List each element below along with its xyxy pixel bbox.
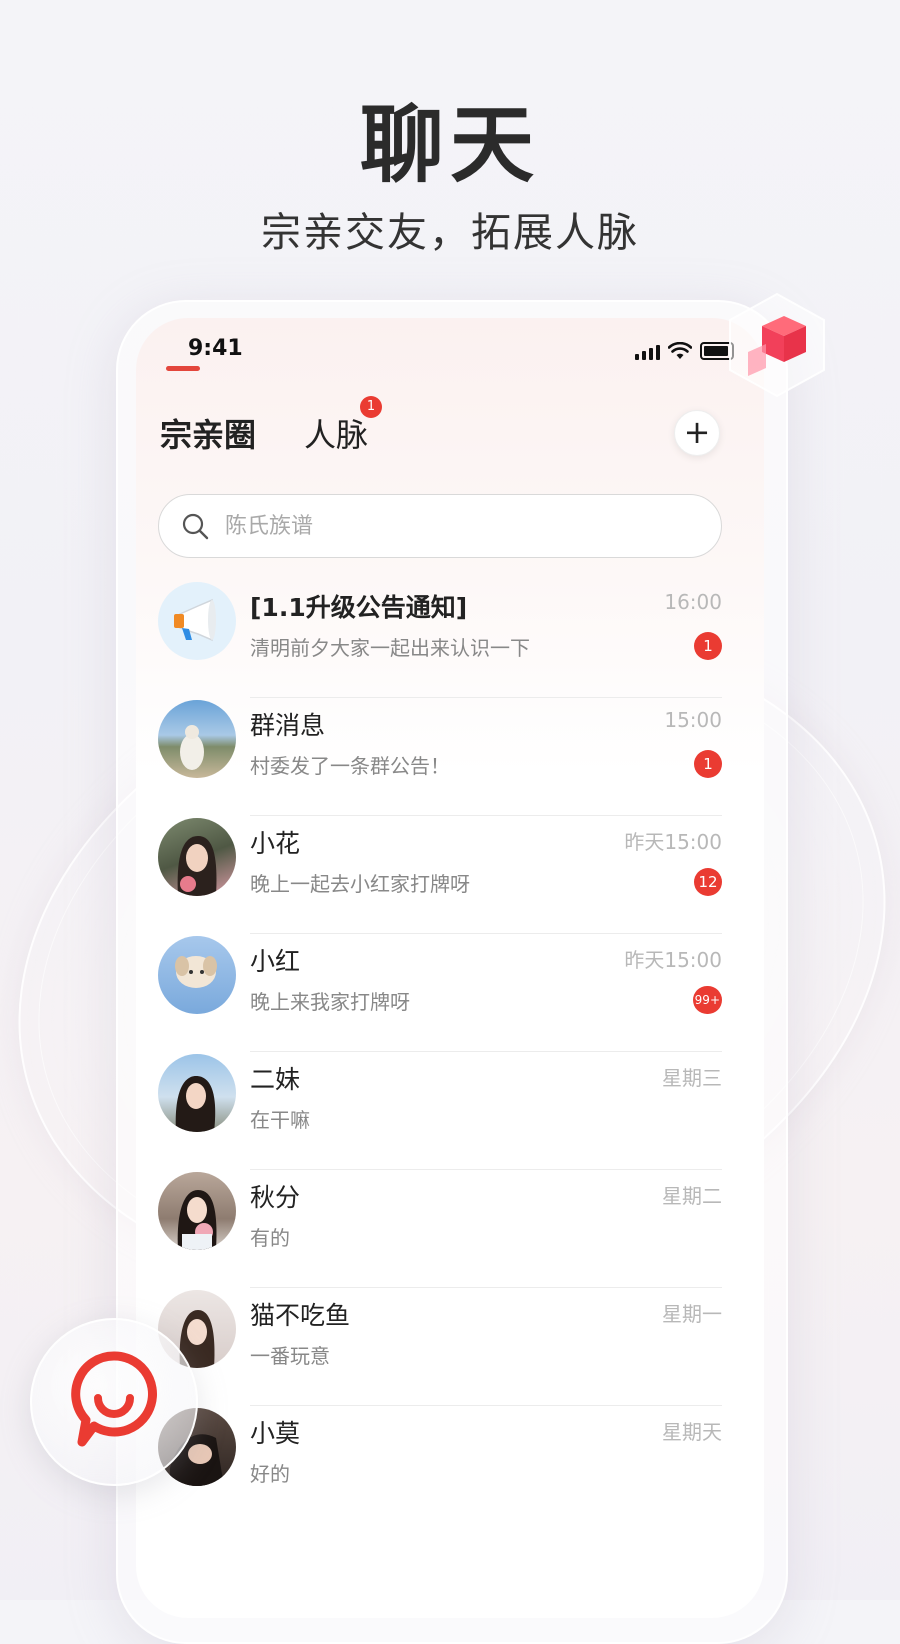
dog-avatar xyxy=(158,936,236,1014)
chat-row-announcement[interactable]: [1.1升级公告通知] 清明前夕大家一起出来认识一下 16:00 1 xyxy=(136,580,764,698)
woman-avatar xyxy=(158,818,236,896)
search-bar[interactable] xyxy=(158,494,722,558)
chat-preview: 晚上一起去小红家打牌呀 xyxy=(250,872,470,896)
chat-name: 二妹 xyxy=(250,1065,301,1094)
chat-name: [1.1升级公告通知] xyxy=(250,593,468,622)
chat-time: 星期天 xyxy=(662,1420,722,1444)
tab-label: 宗亲圈 xyxy=(160,416,257,454)
unread-badge: 12 xyxy=(694,868,722,896)
unread-badge: 1 xyxy=(694,750,722,778)
unread-badge: 99+ xyxy=(692,986,722,1014)
chat-name: 猫不吃鱼 xyxy=(250,1301,351,1330)
chat-row[interactable]: 秋分 有的 星期二 xyxy=(136,1170,764,1288)
add-button[interactable]: + xyxy=(674,410,720,456)
chat-name: 群消息 xyxy=(250,711,326,740)
chat-preview: 好的 xyxy=(250,1462,290,1486)
tab-bar: 宗亲圈 人脉 1 xyxy=(160,396,383,456)
chat-name: 小花 xyxy=(250,829,301,858)
tab-label: 人脉 xyxy=(304,416,369,454)
megaphone-icon xyxy=(174,598,216,642)
chat-name: 小莫 xyxy=(250,1419,301,1448)
cube-logo-icon xyxy=(729,292,825,398)
chat-row[interactable]: 二妹 在干嘛 星期三 xyxy=(136,1052,764,1170)
chat-time: 昨天15:00 xyxy=(624,948,722,972)
tab-badge: 1 xyxy=(360,396,383,418)
hero-title: 聊天 xyxy=(359,96,540,194)
chat-time: 16:00 xyxy=(664,590,722,614)
woman-flowers-avatar xyxy=(158,1172,236,1250)
active-tab-indicator xyxy=(166,366,200,371)
chat-preview: 村委发了一条群公告！ xyxy=(250,754,450,778)
chat-preview: 晚上来我家打牌呀 xyxy=(250,990,410,1014)
search-input[interactable] xyxy=(223,512,667,540)
chat-name: 小红 xyxy=(250,947,301,976)
phone-screen: 9:41 宗亲圈 人脉 1 + 陈氏族谱 [1.1升级公告通知] 清明前夕大家一… xyxy=(136,318,764,1618)
chat-row[interactable]: 小莫 好的 星期天 xyxy=(136,1406,764,1524)
chat-time: 星期二 xyxy=(662,1184,722,1208)
chat-preview: 清明前夕大家一起出来认识一下 xyxy=(250,636,530,660)
tab-connections[interactable]: 人脉 1 xyxy=(304,396,383,456)
unread-badge: 1 xyxy=(694,632,722,660)
chat-bubble-icon xyxy=(71,1351,157,1447)
chat-time: 昨天15:00 xyxy=(624,830,722,854)
chat-row[interactable]: 小红 晚上来我家打牌呀 昨天15:00 99+ xyxy=(136,934,764,1052)
status-icons xyxy=(635,342,734,360)
chat-preview: 有的 xyxy=(250,1226,290,1250)
chat-time: 15:00 xyxy=(664,708,722,732)
chat-time: 星期三 xyxy=(662,1066,722,1090)
chat-preview: 一番玩意 xyxy=(250,1344,330,1368)
tab-clan-circle[interactable]: 宗亲圈 xyxy=(160,410,256,456)
chat-bubble-decoration xyxy=(30,1318,198,1486)
chat-row[interactable]: 猫不吃鱼 一番玩意 星期一 xyxy=(136,1288,764,1406)
status-time: 9:41 xyxy=(188,336,243,361)
search-icon xyxy=(182,513,209,540)
chat-row[interactable]: 群消息 村委发了一条群公告！ 15:00 1 xyxy=(136,698,764,816)
chat-name: 秋分 xyxy=(250,1183,301,1212)
chat-list: [1.1升级公告通知] 清明前夕大家一起出来认识一下 16:00 1 群消息 村… xyxy=(136,580,764,1524)
chat-preview: 在干嘛 xyxy=(250,1108,310,1132)
hero-subtitle: 宗亲交友，拓展人脉 xyxy=(261,210,639,256)
signal-icon xyxy=(635,345,660,360)
chat-row[interactable]: 小花 晚上一起去小红家打牌呀 昨天15:00 12 xyxy=(136,816,764,934)
chat-time: 星期一 xyxy=(662,1302,722,1326)
woman-avatar xyxy=(158,1054,236,1132)
avatar xyxy=(158,582,236,660)
landscape-avatar xyxy=(158,700,236,778)
wifi-icon xyxy=(668,342,692,359)
